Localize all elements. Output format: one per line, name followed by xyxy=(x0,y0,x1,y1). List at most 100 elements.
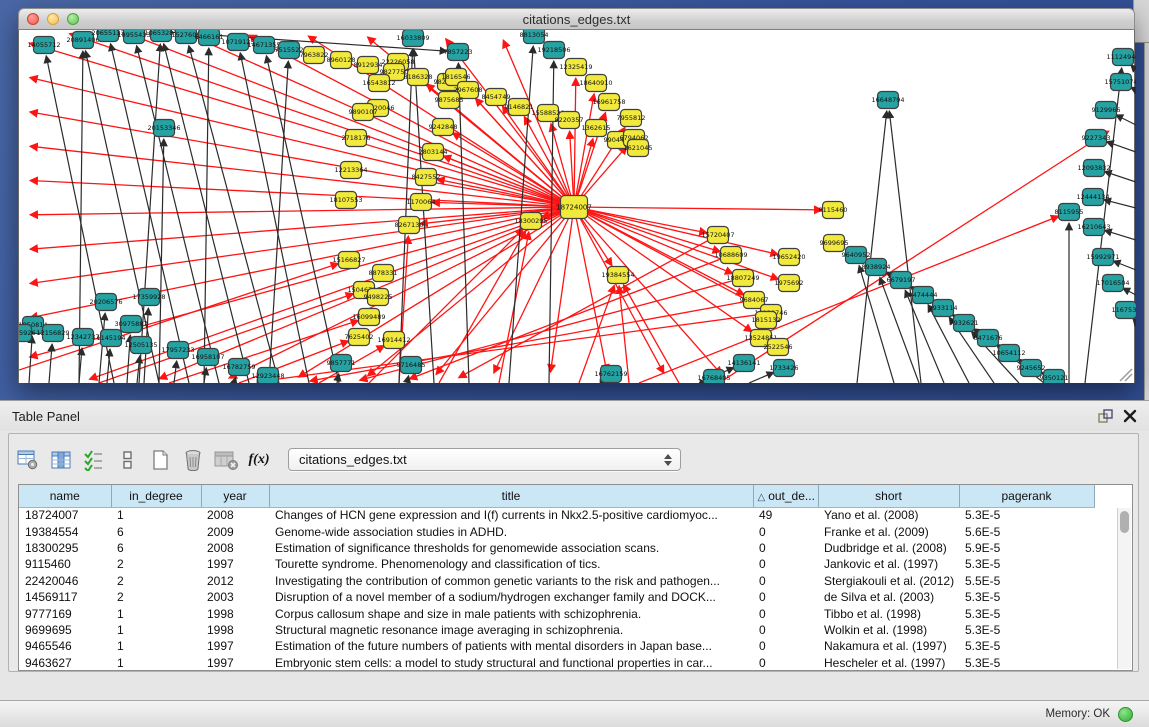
graph-node[interactable]: 9129966 xyxy=(1092,102,1121,119)
table-cell[interactable]: 9777169 xyxy=(19,605,111,621)
graph-node[interactable]: 8938924 xyxy=(862,259,891,276)
table-cell[interactable]: 1997 xyxy=(201,655,269,671)
graph-node[interactable]: 7625402 xyxy=(345,329,374,346)
table-cell[interactable]: Estimation of the future numbers of pati… xyxy=(269,638,753,654)
table-cell[interactable]: Nakamura et al. (1997) xyxy=(818,638,959,654)
table-row[interactable]: 977716911998Corpus callosum shape and si… xyxy=(19,605,1132,621)
table-cell[interactable]: Yano et al. (2008) xyxy=(818,507,959,523)
graph-node[interactable]: 8115460 xyxy=(819,202,848,219)
graph-node[interactable]: 9890107 xyxy=(349,104,378,121)
scrollbar-thumb[interactable] xyxy=(1120,511,1129,533)
canvas-resize-grip-icon[interactable] xyxy=(1120,369,1132,381)
table-cell[interactable]: Structural magnetic resonance image aver… xyxy=(269,622,753,638)
graph-edge[interactable] xyxy=(30,146,574,207)
table-cell[interactable]: 0 xyxy=(753,605,818,621)
new-column-icon[interactable] xyxy=(147,447,173,473)
table-cell[interactable]: 0 xyxy=(753,655,818,671)
graph-edge[interactable] xyxy=(623,285,679,383)
table-cell[interactable]: 9115460 xyxy=(19,556,111,572)
table-cell[interactable]: Investigating the contribution of common… xyxy=(269,573,753,589)
table-cell[interactable]: 0 xyxy=(753,589,818,605)
table-cell[interactable]: 0 xyxy=(753,622,818,638)
graph-node[interactable]: 10688609 xyxy=(714,247,747,264)
graph-edge[interactable] xyxy=(1105,230,1137,240)
graph-node[interactable]: 19218506 xyxy=(537,42,570,59)
table-cell[interactable]: 5.3E-5 xyxy=(959,622,1094,638)
table-cell[interactable]: 5.3E-5 xyxy=(959,589,1094,605)
table-cell[interactable]: 6 xyxy=(111,540,201,556)
table-cell[interactable]: 2003 xyxy=(201,589,269,605)
graph-edge[interactable] xyxy=(240,53,309,383)
table-cell[interactable]: 1 xyxy=(111,622,201,638)
graph-node[interactable]: 2933114 xyxy=(929,300,958,317)
graph-node[interactable]: 8115955 xyxy=(1055,204,1084,221)
graph-node[interactable]: 9498225 xyxy=(364,289,393,306)
hide-rows-icon[interactable] xyxy=(114,447,140,473)
graph-edge[interactable] xyxy=(574,78,576,207)
memory-status-icon[interactable] xyxy=(1118,707,1133,722)
graph-node[interactable]: 8912934 xyxy=(354,57,383,74)
graph-node[interactable]: 16762159 xyxy=(594,366,627,383)
graph-node[interactable]: 12213364 xyxy=(334,162,367,179)
table-cell[interactable]: Corpus callosum shape and size in male p… xyxy=(269,605,753,621)
graph-node[interactable]: 12444134 xyxy=(1076,189,1109,206)
table-mode-icon[interactable] xyxy=(15,447,41,473)
graph-node[interactable]: 6466161 xyxy=(195,30,224,46)
table-cell[interactable]: 0 xyxy=(753,573,818,589)
float-panel-icon[interactable] xyxy=(1098,409,1113,424)
graph-node[interactable]: 9242848 xyxy=(429,119,458,136)
show-columns-icon[interactable] xyxy=(48,447,74,473)
table-cell[interactable]: 5.3E-5 xyxy=(959,655,1094,671)
graph-edge[interactable] xyxy=(414,49,434,383)
table-row[interactable]: 1872400712008Changes of HCN gene express… xyxy=(19,507,1132,523)
graph-edge[interactable] xyxy=(574,207,822,210)
graph-node[interactable]: 1621045 xyxy=(624,140,653,157)
table-cell[interactable]: Wolkin et al. (1998) xyxy=(818,622,959,638)
graph-edge[interactable] xyxy=(409,255,731,379)
table-cell[interactable]: 5.3E-5 xyxy=(959,638,1094,654)
graph-node[interactable]: 18640910 xyxy=(579,75,612,92)
graph-node[interactable]: 7932621 xyxy=(950,315,979,332)
delete-columns-icon[interactable] xyxy=(180,447,206,473)
graph-edge[interactable] xyxy=(49,344,52,383)
column-header-short[interactable]: short xyxy=(818,485,959,507)
table-cell[interactable]: 1 xyxy=(111,605,201,621)
graph-edge[interactable] xyxy=(266,56,339,383)
graph-node[interactable]: 8220357 xyxy=(555,112,584,129)
table-cell[interactable]: Embryonic stem cells: a model to study s… xyxy=(269,655,753,671)
table-cell[interactable]: 5.3E-5 xyxy=(959,507,1094,523)
graph-node[interactable]: 18724007 xyxy=(556,196,592,219)
graph-node[interactable]: 9699695 xyxy=(820,235,849,252)
graph-node[interactable]: 1167533 xyxy=(1112,302,1136,319)
table-cell[interactable]: Changes of HCN gene expression and I(f) … xyxy=(269,507,753,523)
table-cell[interactable]: 5.5E-5 xyxy=(959,573,1094,589)
graph-edge[interactable] xyxy=(1113,261,1136,270)
graph-node[interactable]: 19652420 xyxy=(772,249,805,266)
graph-node[interactable]: 20206576 xyxy=(89,294,122,311)
graph-node[interactable]: 2522546 xyxy=(764,339,793,356)
graph-node[interactable]: 18107553 xyxy=(329,192,362,209)
table-row[interactable]: 2242004622012Investigating the contribut… xyxy=(19,573,1132,589)
graph-node[interactable]: 9350121 xyxy=(1040,370,1069,384)
select-all-rows-icon[interactable] xyxy=(81,447,107,473)
table-cell[interactable]: Jankovic et al. (1997) xyxy=(818,556,959,572)
table-cell[interactable]: 1 xyxy=(111,638,201,654)
graph-node[interactable]: 16033809 xyxy=(396,30,429,47)
graph-node[interactable]: 8813054 xyxy=(520,30,549,44)
graph-edge[interactable] xyxy=(234,378,236,384)
table-row[interactable]: 1830029562008Estimation of significance … xyxy=(19,540,1132,556)
network-window-titlebar[interactable]: citations_edges.txt xyxy=(18,8,1135,30)
delete-table-icon[interactable] xyxy=(213,447,239,473)
table-cell[interactable]: Hescheler et al. (1997) xyxy=(818,655,959,671)
table-cell[interactable]: 1 xyxy=(111,655,201,671)
graph-node[interactable]: 16210643 xyxy=(1077,219,1110,236)
table-row[interactable]: 911546021997Tourette syndrome. Phenomeno… xyxy=(19,556,1132,572)
table-cell[interactable]: 6 xyxy=(111,523,201,539)
graph-node[interactable]: 8960128 xyxy=(327,52,356,69)
table-row[interactable]: 969969511998Structural magnetic resonanc… xyxy=(19,622,1132,638)
table-row[interactable]: 946362711997Embryonic stem cells: a mode… xyxy=(19,655,1132,671)
table-cell[interactable]: 49 xyxy=(753,507,818,523)
table-cell[interactable]: 5.3E-5 xyxy=(959,605,1094,621)
table-cell[interactable]: 14569117 xyxy=(19,589,111,605)
table-cell[interactable]: 2008 xyxy=(201,507,269,523)
